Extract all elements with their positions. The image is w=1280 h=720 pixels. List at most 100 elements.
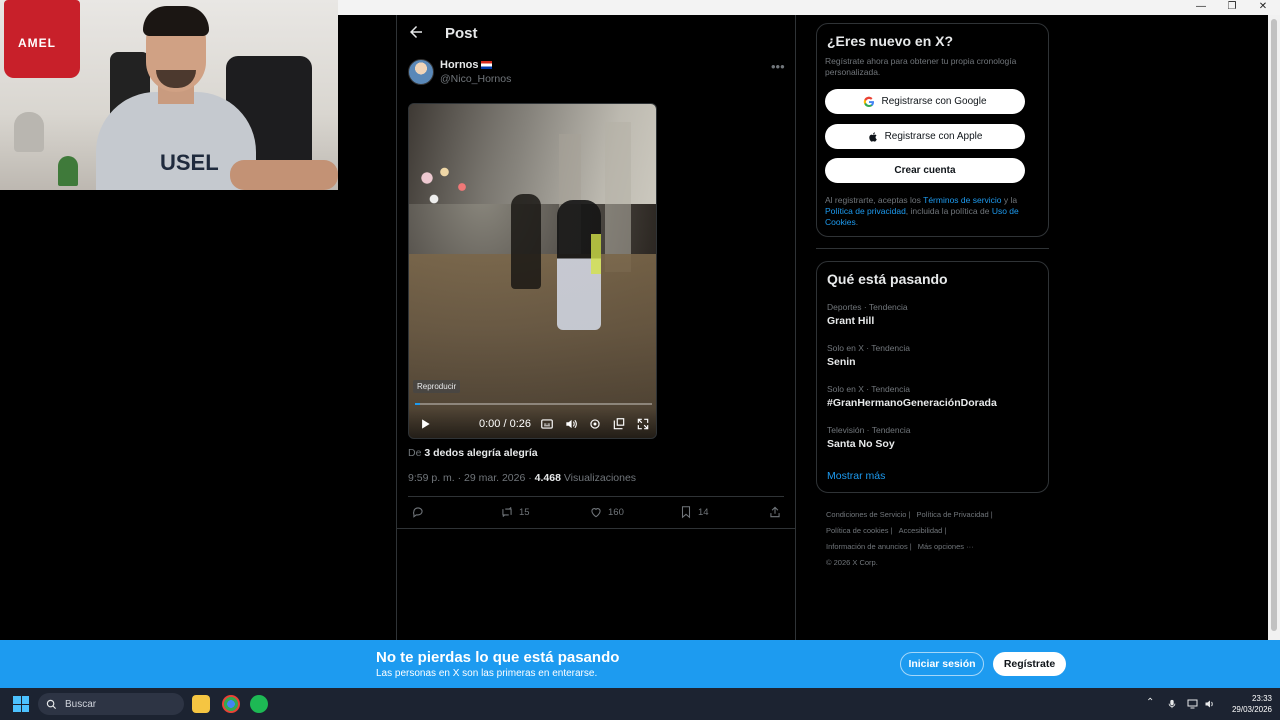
apple-logo-icon <box>868 131 877 142</box>
privacy-link[interactable]: Política de privacidad <box>825 206 906 216</box>
play-icon[interactable] <box>418 417 432 431</box>
captions-icon[interactable] <box>540 417 554 431</box>
trends-card: Qué está pasando Deportes · Tendencia Gr… <box>816 261 1049 493</box>
trend-item[interactable]: Solo en X · Tendencia #GranHermanoGenera… <box>827 384 997 409</box>
video-frame-person <box>511 194 541 289</box>
footer-link-privacy[interactable]: Política de Privacidad | <box>917 510 993 519</box>
signup-apple-button[interactable]: Registrarse con Apple <box>825 124 1025 149</box>
streamer-arm <box>230 160 338 190</box>
trend-item[interactable]: Deportes · Tendencia Grant Hill <box>827 302 908 327</box>
jersey-text: AMEL <box>18 36 56 50</box>
clock-time: 23:33 <box>1251 694 1272 703</box>
footer-link-more-options[interactable]: Más opciones ··· <box>918 542 974 551</box>
back-arrow-icon[interactable] <box>407 23 425 41</box>
signup-title: ¿Eres nuevo en X? <box>827 33 954 49</box>
video-frame-lights <box>413 154 483 214</box>
footer-link-cookies[interactable]: Política de cookies | <box>826 526 893 535</box>
page-title: Post <box>445 25 478 42</box>
minimize-button[interactable]: — <box>1186 0 1216 14</box>
legal-text: Al registrarte, aceptas los <box>825 195 921 205</box>
post-meta: 9:59 p. m. · 29 mar. 2026 · 4.468 Visual… <box>408 472 636 484</box>
author-handle[interactable]: @Nico_Hornos <box>440 73 511 85</box>
microphone-icon[interactable] <box>1167 698 1177 710</box>
share-icon <box>770 506 780 518</box>
trend-name: Grant Hill <box>827 315 875 327</box>
shirt-text: USEL <box>160 150 219 175</box>
video-time: 0:00 / 0:26 <box>479 418 531 430</box>
spotify-icon[interactable] <box>250 695 268 713</box>
retweet-icon <box>502 506 512 518</box>
footer-link-ads-info[interactable]: Información de anuncios | <box>826 542 912 551</box>
volume-icon[interactable] <box>564 417 578 431</box>
browser-title-bar: — ❐ ✕ <box>338 0 1280 15</box>
bookmark-button[interactable]: 14 <box>679 505 709 519</box>
video-frame-accent <box>591 234 601 274</box>
footer-link-accessibility[interactable]: Accesibilidad | <box>899 526 947 535</box>
trend-meta: Deportes · Tendencia <box>827 302 908 312</box>
footer-link-terms[interactable]: Condiciones de Servicio | <box>826 510 911 519</box>
footer-links: Condiciones de Servicio | Política de Pri… <box>826 507 1046 571</box>
more-options-icon[interactable]: ••• <box>771 59 785 74</box>
divider <box>408 496 784 497</box>
tray-expand-icon[interactable]: ⌃ <box>1146 697 1154 708</box>
trend-item[interactable]: Televisión · Tendencia Santa No Soy <box>827 425 910 450</box>
restore-button[interactable]: ❐ <box>1217 0 1247 14</box>
search-icon <box>46 699 57 709</box>
fullscreen-icon[interactable] <box>636 417 650 431</box>
video-progress-fill <box>415 403 420 405</box>
create-account-button[interactable]: Crear cuenta <box>825 158 1025 183</box>
clock-date: 29/03/2026 <box>1231 705 1272 714</box>
jersey-on-wall: AMEL <box>4 0 80 78</box>
settings-gear-icon[interactable] <box>588 417 602 431</box>
file-explorer-icon[interactable] <box>192 695 210 713</box>
trend-name: #GranHermanoGeneraciónDorada <box>827 397 997 409</box>
show-more-link[interactable]: Mostrar más <box>827 470 885 482</box>
video-progress-bar[interactable] <box>415 403 652 405</box>
banner-subtitle: Las personas en X son las primeras en en… <box>376 668 598 679</box>
divider <box>397 528 796 529</box>
figurine <box>58 156 78 186</box>
views-count: 4.468 <box>534 472 561 484</box>
views-label: Visualizaciones <box>563 472 637 484</box>
sidebar-divider <box>816 248 1049 249</box>
copyright: © 2026 X Corp. <box>826 558 878 567</box>
like-button[interactable]: 160 <box>589 505 624 519</box>
close-window-button[interactable]: ✕ <box>1248 0 1278 14</box>
author-avatar[interactable] <box>408 59 434 85</box>
trends-title: Qué está pasando <box>827 271 948 287</box>
trend-item[interactable]: Solo en X · Tendencia Senin <box>827 343 910 368</box>
taskbar-search[interactable]: Buscar <box>38 693 184 715</box>
source-account-link[interactable]: 3 dedos alegría alegría <box>424 447 537 459</box>
trend-meta: Solo en X · Tendencia <box>827 343 911 353</box>
windows-start-icon[interactable] <box>13 696 29 712</box>
page-scrollbar[interactable] <box>1268 15 1280 640</box>
signup-banner: No te pierdas lo que está pasando Las pe… <box>0 640 1280 688</box>
heart-icon <box>591 508 601 518</box>
post-column: Post Hornos @Nico_Hornos ••• Reproducir … <box>396 15 796 640</box>
source-prefix: De <box>408 447 422 459</box>
play-tooltip: Reproducir <box>413 380 461 393</box>
like-count: 160 <box>608 506 624 518</box>
video-source-line: De 3 dedos alegría alegría <box>408 447 538 459</box>
login-button[interactable]: Iniciar sesión <box>900 652 984 676</box>
author-name[interactable]: Hornos <box>440 59 492 71</box>
signup-apple-label: Registrarse con Apple <box>884 131 983 142</box>
system-clock[interactable]: 23:33 29/03/2026 <box>1222 693 1272 715</box>
network-icon[interactable] <box>1186 698 1199 710</box>
chrome-icon[interactable] <box>222 695 240 713</box>
google-logo-icon <box>864 96 875 107</box>
picture-in-picture-icon[interactable] <box>612 417 626 431</box>
register-button[interactable]: Regístrate <box>993 652 1066 676</box>
reply-button[interactable] <box>411 505 425 519</box>
speaker-icon[interactable] <box>1203 698 1216 710</box>
trend-meta: Televisión · Tendencia <box>827 425 911 435</box>
scrollbar-thumb[interactable] <box>1271 19 1277 631</box>
post-timestamp[interactable]: 9:59 p. m. · 29 mar. 2026 · <box>408 472 532 484</box>
terms-link[interactable]: Términos de servicio <box>923 195 1001 205</box>
retweet-button[interactable]: 15 <box>500 505 530 519</box>
video-player[interactable]: Reproducir 0:00 / 0:26 <box>408 103 657 439</box>
signup-legal-text: Al registrarte, aceptas los Términos de … <box>825 195 1040 228</box>
webcam-overlay: AMEL USEL <box>0 0 338 190</box>
share-button[interactable] <box>768 505 782 519</box>
signup-google-button[interactable]: Registrarse con Google <box>825 89 1025 114</box>
